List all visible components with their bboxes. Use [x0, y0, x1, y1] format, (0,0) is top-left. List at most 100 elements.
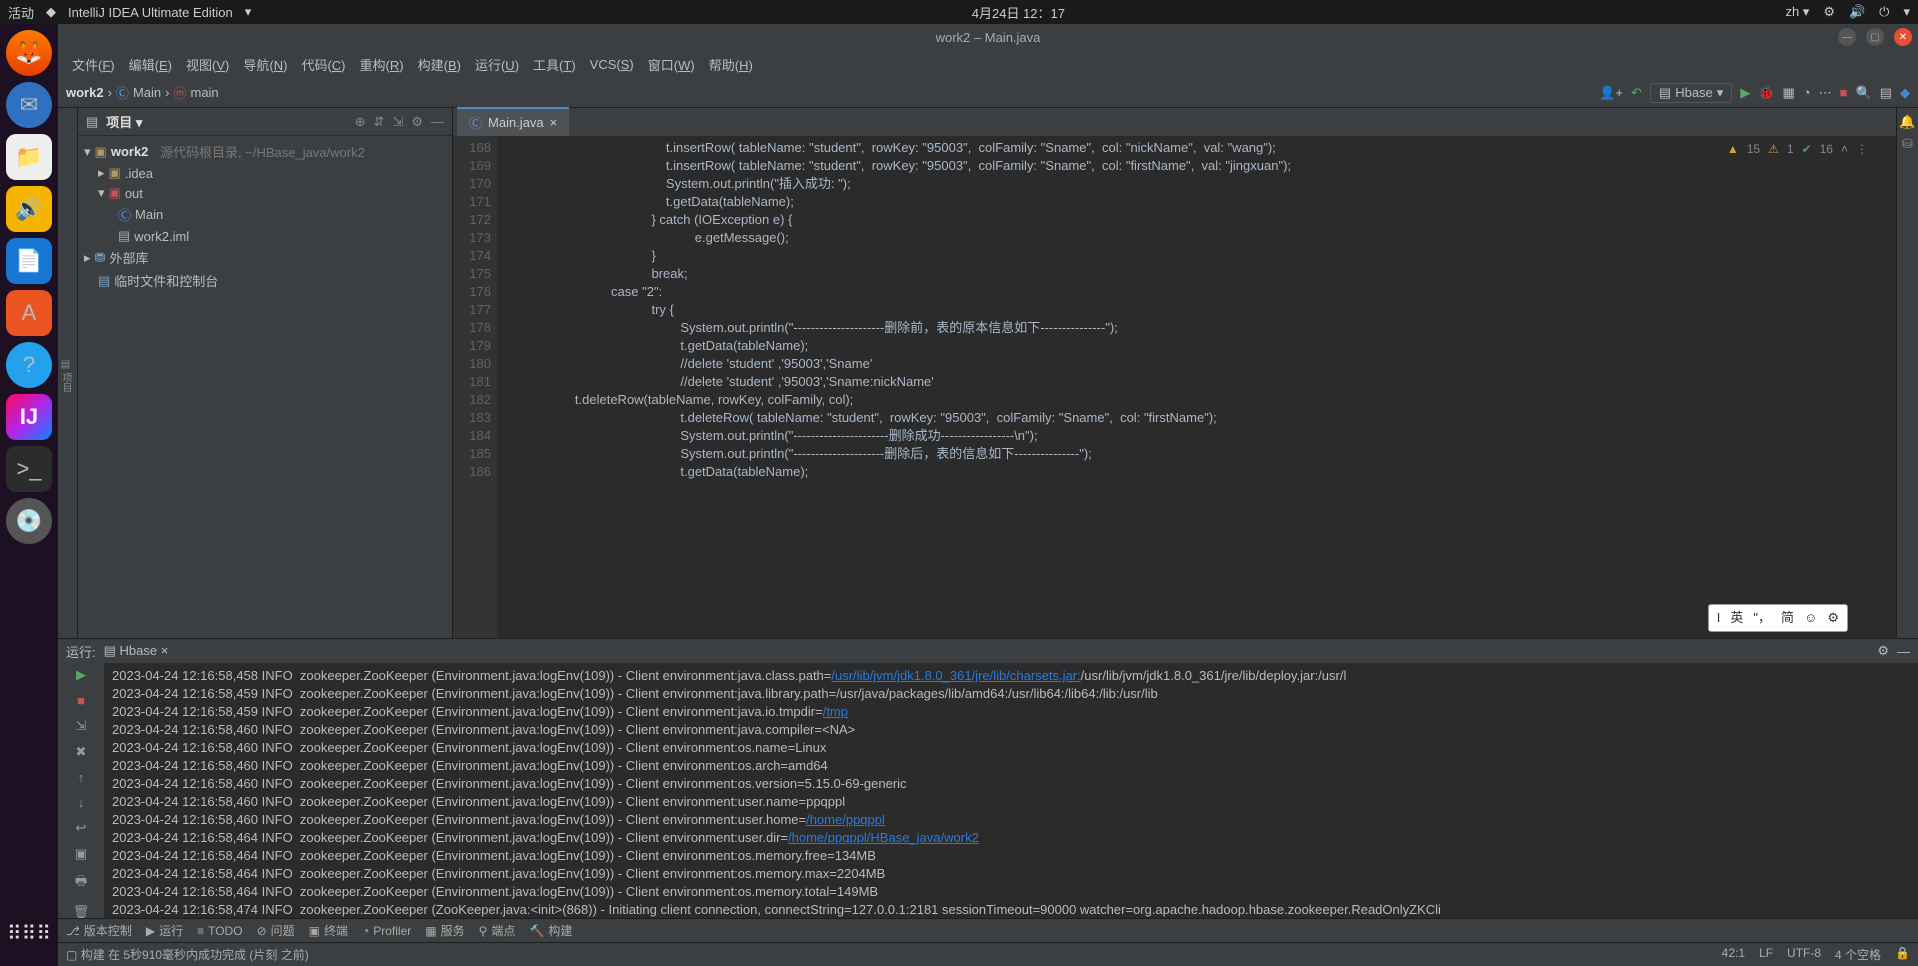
- app-name[interactable]: IntelliJ IDEA Ultimate Edition: [68, 5, 233, 20]
- search-icon[interactable]: 🔍: [1856, 85, 1872, 101]
- menu-item[interactable]: 视图(V): [180, 53, 235, 76]
- panel-settings-icon[interactable]: ⚙: [411, 114, 423, 130]
- profile-icon[interactable]: ◔: [1803, 85, 1811, 100]
- menu-item[interactable]: 导航(N): [237, 53, 293, 76]
- more-run-icon[interactable]: ⋯: [1819, 85, 1832, 101]
- dock-thunderbird-icon[interactable]: ✉: [6, 82, 52, 128]
- line-gutter[interactable]: 1681691701711721731741751761771781791801…: [453, 136, 497, 638]
- dock-apps-icon[interactable]: ⠿⠿⠿: [6, 910, 52, 956]
- menu-icon[interactable]: ⋮: [1856, 140, 1868, 158]
- indent-info[interactable]: 4 个空格: [1835, 946, 1881, 963]
- left-tool-strip[interactable]: ▤ 项目: [58, 108, 78, 638]
- rerun-run-icon[interactable]: ▶: [76, 667, 86, 683]
- stop-icon[interactable]: ■: [1840, 85, 1848, 100]
- dock-firefox-icon[interactable]: 🦊: [6, 30, 52, 76]
- breadcrumb-class[interactable]: Main: [133, 85, 161, 100]
- menu-item[interactable]: VCS(S): [584, 55, 640, 74]
- breadcrumb[interactable]: work2 › Ⓒ Main › ⓜ main: [66, 83, 219, 102]
- expand-all-icon[interactable]: ⇵: [374, 114, 385, 130]
- close-button[interactable]: ✕: [1894, 28, 1912, 46]
- project-tree[interactable]: ▾▣work2 源代码根目录, ~/HBase_java/work2 ▸▣.id…: [78, 136, 452, 296]
- ime-popup[interactable]: I 英 "， 简 ☺ ⚙: [1708, 604, 1848, 632]
- menu-item[interactable]: 文件(F): [66, 53, 121, 76]
- coverage-icon[interactable]: ▦: [1783, 85, 1795, 101]
- menu-item[interactable]: 窗口(W): [642, 53, 701, 76]
- tw-vcs[interactable]: ⎇ 版本控制: [66, 922, 132, 939]
- layout-icon[interactable]: ⇲: [76, 718, 87, 734]
- close-tab-icon[interactable]: ×: [550, 115, 558, 130]
- menu-item[interactable]: 编辑(E): [123, 53, 178, 76]
- ime-emoji-icon[interactable]: ☺: [1804, 609, 1817, 627]
- menu-item[interactable]: 运行(U): [469, 53, 525, 76]
- menu-item[interactable]: 工具(T): [527, 53, 582, 76]
- wrap-icon[interactable]: ↩: [76, 820, 87, 836]
- volume-icon[interactable]: 🔊: [1849, 4, 1865, 20]
- exit-icon[interactable]: ✖: [76, 744, 87, 760]
- tab-main-java[interactable]: Ⓒ Main.java ×: [457, 107, 569, 136]
- dock-files-icon[interactable]: 📁: [6, 134, 52, 180]
- dock-software-icon[interactable]: A: [6, 290, 52, 336]
- dock-writer-icon[interactable]: 📄: [6, 238, 52, 284]
- network-icon[interactable]: ⚙: [1823, 4, 1835, 20]
- tw-services[interactable]: ▦ 服务: [425, 922, 464, 939]
- dock-rhythmbox-icon[interactable]: 🔊: [6, 186, 52, 232]
- code-content[interactable]: t.insertRow( tableName: "student", rowKe…: [497, 136, 1896, 638]
- clear-icon[interactable]: 🗑: [73, 904, 90, 918]
- dock-help-icon[interactable]: ?: [6, 342, 52, 388]
- notifications-icon[interactable]: 🔔: [1899, 114, 1915, 130]
- run-settings-icon[interactable]: ⚙: [1877, 643, 1889, 659]
- scroll-icon[interactable]: ▣: [75, 846, 87, 862]
- up-icon[interactable]: ↑: [78, 770, 85, 785]
- cursor-position[interactable]: 42:1: [1722, 946, 1745, 963]
- debug-icon[interactable]: 🐞: [1758, 85, 1774, 101]
- dock-dvd-icon[interactable]: 💿: [6, 498, 52, 544]
- tw-problems[interactable]: ⊘ 问题: [257, 922, 295, 939]
- right-tool-strip[interactable]: 🔔 ⛁: [1896, 108, 1918, 638]
- ime-punct-icon[interactable]: "，: [1753, 609, 1771, 627]
- dock-terminal-icon[interactable]: >_: [6, 446, 52, 492]
- activities-button[interactable]: 活动: [8, 3, 34, 22]
- collapse-all-icon[interactable]: ⇲: [392, 114, 403, 130]
- down-icon[interactable]: ↓: [78, 795, 85, 810]
- breadcrumb-project[interactable]: work2: [66, 85, 104, 100]
- minimize-button[interactable]: —: [1838, 28, 1856, 46]
- tw-profiler[interactable]: ◔ Profiler: [362, 924, 411, 938]
- menu-item[interactable]: 重构(R): [354, 53, 410, 76]
- tw-endpoints[interactable]: ⚲ 端点: [479, 922, 516, 939]
- tw-terminal[interactable]: ▣ 终端: [309, 922, 348, 939]
- assistant-icon[interactable]: ◆: [1900, 85, 1910, 101]
- breadcrumb-method[interactable]: main: [190, 85, 218, 100]
- project-panel-title[interactable]: 项目 ▾: [106, 112, 142, 131]
- tw-todo[interactable]: ≡ TODO: [197, 924, 242, 938]
- hide-panel-icon[interactable]: —: [431, 114, 444, 130]
- stop-run-icon[interactable]: ■: [77, 693, 85, 708]
- print-icon[interactable]: 🖶: [75, 872, 87, 894]
- lock-icon[interactable]: 🔒: [1895, 946, 1910, 963]
- clock[interactable]: 4月24日 12：17: [251, 3, 1785, 22]
- system-menu-icon[interactable]: ▾: [1903, 4, 1910, 20]
- add-config-icon[interactable]: 👤+: [1599, 85, 1623, 101]
- console-output[interactable]: 2023-04-24 12:16:58,458 INFO zookeeper.Z…: [104, 663, 1918, 918]
- rerun-icon[interactable]: ↶: [1631, 85, 1642, 101]
- select-opened-icon[interactable]: ⊕: [355, 114, 366, 130]
- power-icon[interactable]: ⏻: [1879, 4, 1889, 20]
- menu-item[interactable]: 代码(C): [295, 53, 351, 76]
- run-config-selector[interactable]: ▤ Hbase ▾: [1650, 83, 1732, 103]
- run-icon[interactable]: ▶: [1740, 85, 1750, 101]
- db-icon[interactable]: ⛁: [1902, 136, 1913, 152]
- input-lang-indicator[interactable]: zh ▾: [1785, 4, 1809, 20]
- line-separator[interactable]: LF: [1759, 946, 1773, 963]
- ime-settings-icon[interactable]: ⚙: [1827, 609, 1839, 627]
- tw-build[interactable]: 🔨 构建: [529, 922, 572, 939]
- menu-item[interactable]: 帮助(H): [703, 53, 759, 76]
- tw-run[interactable]: ▶ 运行: [146, 922, 183, 939]
- expand-icon[interactable]: ˄: [1841, 140, 1848, 158]
- inspection-widget[interactable]: ▲15 ⚠1 ✔16 ˄ ⋮: [1727, 140, 1868, 158]
- menu-item[interactable]: 构建(B): [412, 53, 467, 76]
- dock-intellij-icon[interactable]: IJ: [6, 394, 52, 440]
- settings-icon[interactable]: ▤: [1880, 85, 1892, 101]
- file-encoding[interactable]: UTF-8: [1787, 946, 1821, 963]
- code-area[interactable]: 1681691701711721731741751761771781791801…: [453, 136, 1896, 638]
- maximize-button[interactable]: ▢: [1866, 28, 1884, 46]
- hide-run-icon[interactable]: —: [1897, 644, 1910, 659]
